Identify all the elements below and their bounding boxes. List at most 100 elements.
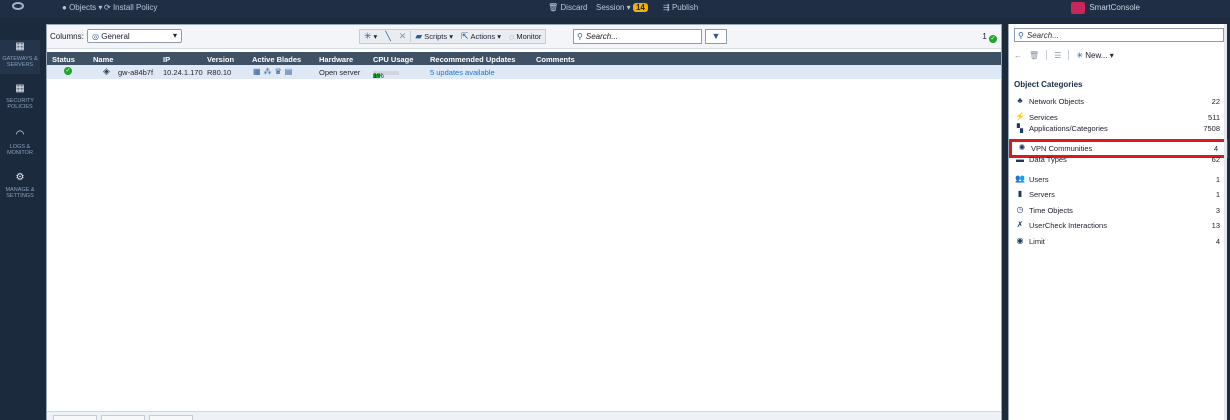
- gateways-panel: Columns: ◎ General ▾ ✳ ▾ ╲ ✕ ▰ Scripts ▾ ⇱…: [46, 24, 1002, 420]
- chevron-down-icon: ▾: [172, 31, 177, 40]
- objects-toolbar: ← 🗑 ☰ ✳ New... ▾: [1014, 50, 1114, 60]
- logs-icon: ◠: [15, 129, 25, 140]
- column-header-ip[interactable]: IP: [163, 55, 170, 64]
- category-users[interactable]: 👥 Users 1: [1009, 172, 1228, 188]
- delete-icon[interactable]: 🗑: [1029, 51, 1039, 60]
- category-time-objects[interactable]: ◷ Time Objects 3: [1009, 203, 1228, 219]
- category-servers[interactable]: ▮ Servers 1: [1009, 187, 1228, 203]
- category-data-types[interactable]: ▬ Data Types 62: [1009, 155, 1228, 172]
- table-header: Status Name IP Version Active Blades Har…: [47, 52, 1001, 65]
- actions-icon: ⇱: [460, 31, 469, 41]
- applications-icon: ▚: [1016, 124, 1024, 133]
- network-objects-icon: ♣: [1017, 96, 1023, 105]
- object-explorer-panel: ⚲ Search... ← 🗑 ☰ ✳ New... ▾ Object Categ…: [1008, 24, 1228, 420]
- session-menu[interactable]: Session ▾ 14: [596, 3, 648, 12]
- brand-name: SmartConsole: [1089, 3, 1140, 12]
- category-limit[interactable]: ◉ Limit 4: [1009, 234, 1228, 250]
- gateway-hardware: Open server: [319, 68, 361, 77]
- limit-icon: ◉: [1016, 235, 1024, 245]
- column-header-status[interactable]: Status: [52, 55, 75, 64]
- column-header-comments[interactable]: Comments: [536, 55, 575, 64]
- objects-search-input[interactable]: ⚲ Search...: [1014, 28, 1224, 42]
- search-icon: ⚲: [577, 32, 583, 41]
- columns-view-icon: ◎: [92, 32, 99, 41]
- left-navigation: ▦ GATEWAYS & SERVERS ▦ SECURITY POLICIES…: [0, 18, 40, 420]
- checkpoint-logo-icon: [1071, 2, 1086, 14]
- delete-button[interactable]: ✕: [395, 30, 411, 43]
- brand-logo: SmartConsole: [1071, 2, 1140, 14]
- monitor-icon: ◌: [508, 31, 515, 42]
- star-icon: ✳: [364, 31, 372, 41]
- nav-logs-monitor[interactable]: ◠ LOGS & MONITOR: [0, 129, 40, 157]
- bottom-tab-1[interactable]: [53, 415, 97, 420]
- status-ok-icon: ✓: [989, 35, 997, 43]
- category-vpn-communities[interactable]: ✺ VPN Communities 4: [1009, 138, 1228, 158]
- search-icon: ⚲: [1018, 31, 1024, 40]
- scripts-icon: ▰: [415, 31, 423, 41]
- gateways-toolbar: Columns: ◎ General ▾ ✳ ▾ ╲ ✕ ▰ Scripts ▾ ⇱…: [47, 25, 1001, 49]
- pencil-icon: ╲: [385, 31, 391, 41]
- gateways-table: Status Name IP Version Active Blades Har…: [47, 52, 1001, 80]
- bottom-tab-3[interactable]: [149, 415, 193, 420]
- discard-button[interactable]: 🗑 Discard: [548, 3, 588, 12]
- gateway-icon: ◈: [103, 66, 110, 76]
- install-policy-button[interactable]: ⟳ Install Policy: [104, 3, 157, 12]
- gateway-count: 1 ✓: [982, 32, 997, 43]
- gateway-ip: 10.24.1.170: [163, 68, 203, 77]
- active-blades-icons: ▦⁂♛▤: [253, 67, 296, 76]
- new-object-button[interactable]: ✳ New... ▾: [1076, 51, 1113, 60]
- objects-menu[interactable]: ● Objects ▾: [62, 3, 102, 12]
- data-types-icon: ▬: [1016, 155, 1024, 164]
- category-services[interactable]: ⚡ Services 511: [1009, 110, 1228, 126]
- star-icon: ✳: [1076, 50, 1084, 60]
- gateways-icon: ▦: [15, 41, 25, 52]
- gateway-name: gw-a84b7f: [118, 68, 154, 77]
- monitor-button[interactable]: ◌ Monitor: [505, 30, 545, 43]
- right-panel-scrollbar[interactable]: [1224, 24, 1227, 420]
- column-header-cpu-usage[interactable]: CPU Usage: [373, 55, 413, 64]
- publish-button[interactable]: ⇶ Publish: [663, 3, 698, 12]
- status-ok-icon: ✓: [64, 67, 72, 75]
- usercheck-icon: ✗: [1016, 220, 1024, 229]
- toolbar-actions: ✳ ▾ ╲ ✕ ▰ Scripts ▾ ⇱ Actions ▾ ◌ Monitor: [359, 29, 547, 44]
- list-view-icon[interactable]: ☰: [1054, 51, 1061, 60]
- column-header-name[interactable]: Name: [93, 55, 113, 64]
- filter-button[interactable]: ▼: [705, 29, 727, 44]
- bottom-tab-2[interactable]: [101, 415, 145, 420]
- filter-icon: ▼: [711, 31, 721, 41]
- actions-button[interactable]: ⇱ Actions ▾: [457, 30, 505, 43]
- users-icon: 👥: [1015, 173, 1025, 183]
- object-categories-list: ♣ Network Objects 22 ⚡ Services 511 ▚ Ap…: [1009, 94, 1228, 249]
- servers-icon: ▮: [1017, 189, 1023, 198]
- new-object-button[interactable]: ✳ ▾: [360, 30, 381, 43]
- edit-button[interactable]: ╲: [381, 30, 394, 43]
- column-header-version[interactable]: Version: [207, 55, 234, 64]
- vpn-communities-icon: ✺: [1018, 142, 1026, 152]
- gateways-search-input[interactable]: ⚲ Search...: [573, 29, 702, 44]
- time-objects-icon: ◷: [1016, 204, 1024, 214]
- column-header-hardware[interactable]: Hardware: [319, 55, 353, 64]
- delete-icon: ✕: [398, 31, 407, 41]
- policies-icon: ▦: [15, 83, 25, 94]
- object-categories-title: Object Categories: [1014, 80, 1083, 89]
- top-bar: ● Objects ▾ ⟳ Install Policy 🗑 Discard S…: [0, 0, 1230, 18]
- back-arrow-icon[interactable]: ←: [1014, 51, 1022, 60]
- gateway-version: R80.10: [207, 68, 232, 77]
- column-header-recommended-updates[interactable]: Recommended Updates: [430, 55, 515, 64]
- columns-select[interactable]: ◎ General ▾: [87, 29, 182, 43]
- category-network-objects[interactable]: ♣ Network Objects 22: [1009, 94, 1228, 110]
- settings-icon: ⚙: [15, 172, 25, 183]
- table-row[interactable]: ✓ ◈ gw-a84b7f 10.24.1.170 R80.10 ▦⁂♛▤ Op…: [47, 65, 1001, 80]
- nav-gateways-servers[interactable]: ▦ GATEWAYS & SERVERS: [0, 40, 40, 74]
- column-header-active-blades[interactable]: Active Blades: [252, 55, 301, 64]
- nav-manage-settings[interactable]: ⚙ MANAGE & SETTINGS: [0, 172, 40, 200]
- nav-security-policies[interactable]: ▦ SECURITY POLICIES: [0, 83, 40, 111]
- category-applications[interactable]: ▚ Applications/Categories 7508: [1009, 124, 1228, 141]
- category-usercheck-interactions[interactable]: ✗ UserCheck Interactions 13: [1009, 218, 1228, 234]
- app-menu-icon[interactable]: [12, 2, 24, 10]
- updates-link[interactable]: 5 updates available: [430, 68, 495, 77]
- scripts-button[interactable]: ▰ Scripts ▾: [411, 30, 457, 43]
- services-icon: ⚡: [1015, 111, 1025, 121]
- bottom-tabs: [47, 411, 1001, 420]
- session-count-badge: 14: [632, 3, 648, 12]
